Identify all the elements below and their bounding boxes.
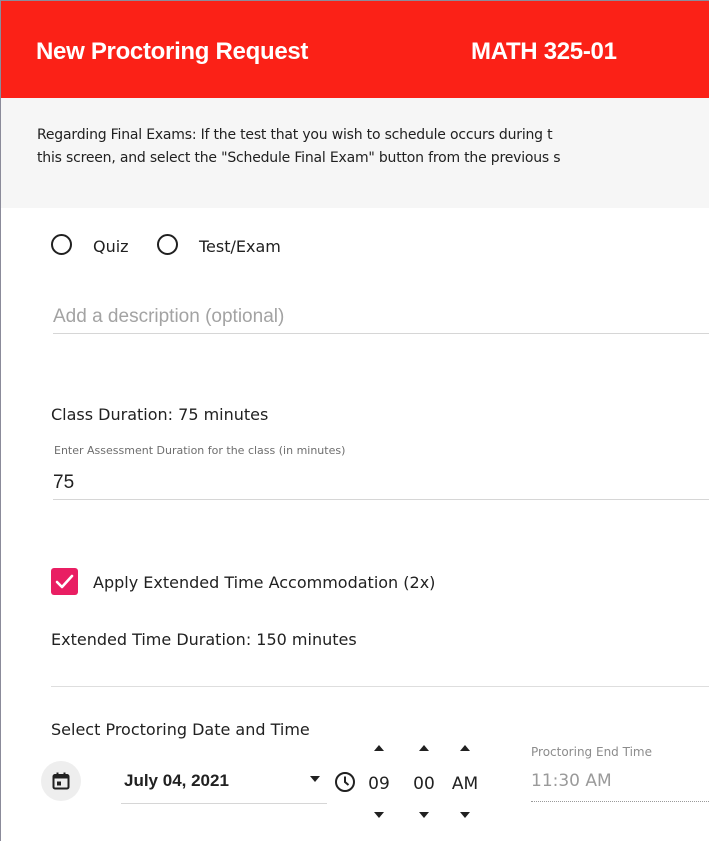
course-code: MATH 325-01 bbox=[471, 38, 617, 65]
date-select[interactable]: July 04, 2021 bbox=[121, 769, 327, 804]
extended-time-label[interactable]: Apply Extended Time Accommodation (2x) bbox=[93, 573, 435, 592]
extended-time-duration: Extended Time Duration: 150 minutes bbox=[51, 630, 357, 649]
test-exam-radio-label[interactable]: Test/Exam bbox=[199, 237, 281, 256]
hour-increment-button[interactable] bbox=[373, 744, 385, 752]
meridiem-decrement-button[interactable] bbox=[459, 811, 471, 819]
notice-line-2: this screen, and select the "Schedule Fi… bbox=[37, 150, 561, 166]
meridiem-value[interactable]: AM bbox=[447, 774, 483, 794]
calendar-icon bbox=[52, 772, 70, 790]
meridiem-increment-button[interactable] bbox=[459, 744, 471, 752]
extended-time-checkbox[interactable] bbox=[51, 568, 78, 595]
class-duration-text: Class Duration: 75 minutes bbox=[51, 405, 269, 424]
minute-value[interactable]: 00 bbox=[406, 774, 442, 794]
test-exam-radio[interactable] bbox=[157, 234, 178, 255]
assessment-duration-label: Enter Assessment Duration for the class … bbox=[54, 444, 346, 457]
description-input[interactable] bbox=[53, 301, 709, 334]
notice-line-1: Regarding Final Exams: If the test that … bbox=[37, 127, 553, 143]
dialog-title: New Proctoring Request bbox=[36, 38, 309, 65]
clock-icon bbox=[335, 772, 355, 792]
check-icon bbox=[55, 574, 74, 589]
assessment-duration-input[interactable] bbox=[53, 467, 709, 500]
proctoring-request-dialog: New Proctoring Request MATH 325-01 Regar… bbox=[0, 0, 709, 841]
caret-down-icon bbox=[310, 776, 320, 782]
minute-decrement-button[interactable] bbox=[418, 811, 430, 819]
hour-decrement-button[interactable] bbox=[373, 811, 385, 819]
minute-increment-button[interactable] bbox=[418, 744, 430, 752]
quiz-radio-label[interactable]: Quiz bbox=[93, 237, 129, 256]
quiz-radio[interactable] bbox=[51, 234, 72, 255]
hour-value[interactable]: 09 bbox=[361, 774, 397, 794]
selected-date: July 04, 2021 bbox=[124, 771, 229, 790]
calendar-button[interactable] bbox=[41, 761, 81, 801]
section-divider bbox=[51, 686, 709, 687]
dialog-header: New Proctoring Request MATH 325-01 bbox=[1, 1, 709, 98]
end-time-underline bbox=[531, 801, 709, 802]
end-time-label: Proctoring End Time bbox=[531, 745, 652, 759]
final-exam-notice: Regarding Final Exams: If the test that … bbox=[1, 98, 709, 208]
end-time-value: 11:30 AM bbox=[531, 771, 612, 791]
select-date-time-label: Select Proctoring Date and Time bbox=[51, 720, 310, 739]
